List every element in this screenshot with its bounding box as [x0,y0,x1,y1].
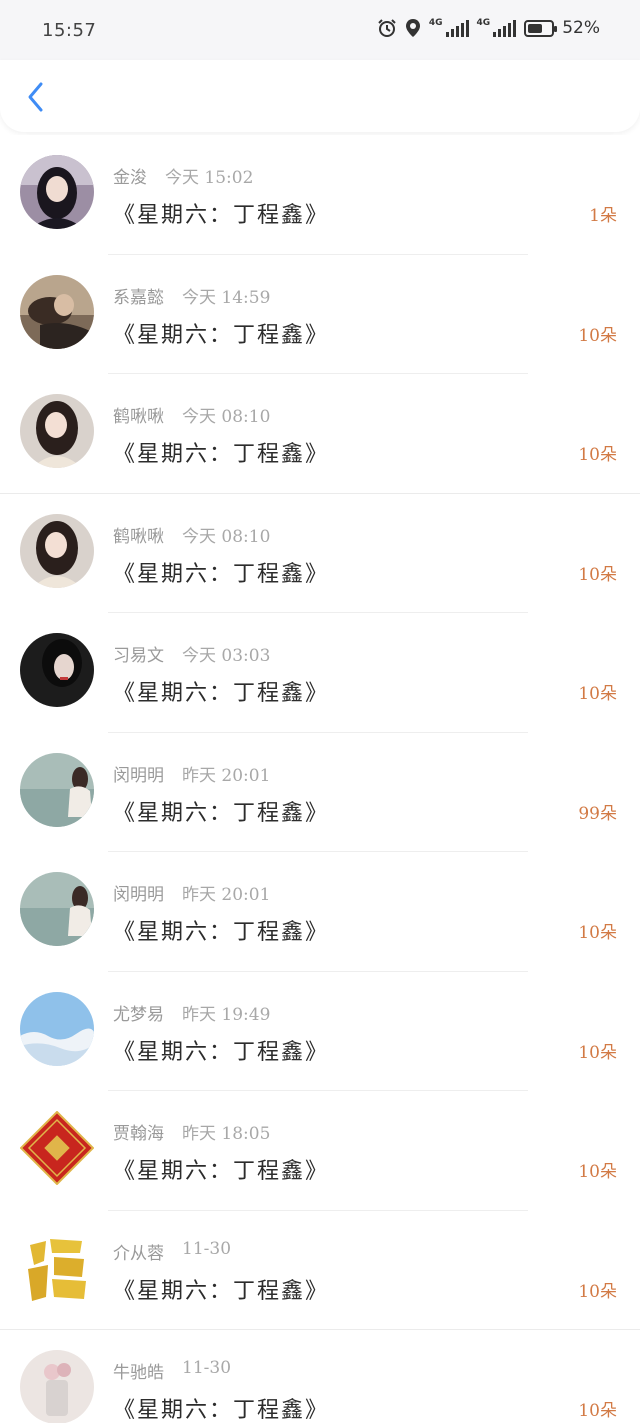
item-meta: 牛驰皓 11-30 [113,1358,231,1383]
work-title: 《星期六：丁程鑫》 [113,442,330,467]
status-bar: 15:57 4G 4G 52% [0,0,640,60]
user-name[interactable]: 系嘉懿 [113,283,164,308]
list-item[interactable]: 鹤啾啾 今天 08:10 《星期六：丁程鑫》 10朵 [0,374,640,494]
signal-2-icon: 4G [477,19,517,37]
screen: 15:57 4G 4G 52% 金浚 今天 15:02 《星期六：丁程鑫》 1朵… [0,0,640,1423]
flower-count: 10朵 [578,1401,617,1421]
work-title: 《星期六：丁程鑫》 [113,561,330,587]
timestamp: 昨天 19:49 [182,1004,271,1025]
back-button[interactable] [20,78,50,116]
flower-count: 10朵 [578,445,617,465]
timestamp: 今天 08:10 [182,526,271,547]
item-meta: 介从蓉 11-30 [113,1239,231,1264]
item-meta: 鹤啾啾 今天 08:10 [113,402,270,427]
list-item[interactable]: 习易文 今天 03:03 《星期六：丁程鑫》 10朵 [0,613,640,733]
user-name[interactable]: 金浚 [113,163,147,188]
list-item[interactable]: 介从蓉 11-30 《星期六：丁程鑫》 10朵 [0,1210,640,1330]
list-item[interactable]: 牛驰皓 11-30 《星期六：丁程鑫》 10朵 [0,1330,640,1423]
item-meta: 鹤啾啾 今天 08:10 [113,522,270,547]
avatar [20,991,94,1066]
avatar [20,752,94,827]
timestamp: 11-30 [182,1238,232,1259]
work-title: 《星期六：丁程鑫》 [113,681,330,706]
item-meta: 金浚 今天 15:02 [113,163,253,188]
work-title: 《星期六：丁程鑫》 [113,800,330,826]
timestamp: 11-30 [182,1358,232,1378]
status-time: 15:57 [42,20,97,41]
list-item[interactable]: 金浚 今天 15:02 《星期六：丁程鑫》 1朵 [0,135,640,255]
status-icons: 4G 4G 52% [377,18,600,38]
flower-count: 1朵 [589,206,617,226]
user-name[interactable]: 尤梦易 [113,1000,164,1025]
work-title: 《星期六：丁程鑫》 [113,203,330,228]
item-meta: 系嘉懿 今天 14:59 [113,283,270,308]
signal-1-icon: 4G [429,19,469,37]
battery-icon [524,19,558,37]
flower-count: 10朵 [578,1042,617,1063]
list-item[interactable]: 尤梦易 昨天 19:49 《星期六：丁程鑫》 10朵 [0,971,640,1091]
work-title: 《星期六：丁程鑫》 [113,1159,330,1184]
flower-count: 10朵 [578,923,617,943]
flower-count: 10朵 [578,1281,617,1302]
work-title: 《星期六：丁程鑫》 [113,920,330,945]
flower-count: 10朵 [578,1162,617,1182]
network-type-1: 4G [428,18,443,28]
flower-count: 10朵 [578,325,617,346]
user-name[interactable]: 牛驰皓 [113,1358,164,1383]
item-meta: 尤梦易 昨天 19:49 [113,1000,270,1025]
gift-record-list: 金浚 今天 15:02 《星期六：丁程鑫》 1朵 系嘉懿 今天 14:59 《星… [0,135,640,1423]
battery-percent: 52% [562,18,600,38]
header-bar [0,60,640,132]
network-type-2: 4G [476,18,491,28]
list-item[interactable]: 贾翰海 昨天 18:05 《星期六：丁程鑫》 10朵 [0,1091,640,1211]
list-item[interactable]: 系嘉懿 今天 14:59 《星期六：丁程鑫》 10朵 [0,254,640,374]
timestamp: 今天 14:59 [182,287,271,308]
user-name[interactable]: 闵明明 [113,761,164,786]
flower-count: 99朵 [578,803,617,824]
user-name[interactable]: 鹤啾啾 [113,522,164,547]
list-item[interactable]: 闵明明 昨天 20:01 《星期六：丁程鑫》 99朵 [0,732,640,852]
alarm-icon [378,19,396,37]
avatar [20,394,94,468]
chevron-left-icon [28,82,43,112]
work-title: 《星期六：丁程鑫》 [113,1039,330,1065]
item-meta: 习易文 今天 03:03 [113,641,270,666]
avatar [20,1350,94,1423]
item-meta: 闵明明 昨天 20:01 [113,761,270,786]
user-name[interactable]: 闵明明 [113,880,164,905]
user-name[interactable]: 习易文 [113,641,164,666]
list-item[interactable]: 闵明明 昨天 20:01 《星期六：丁程鑫》 10朵 [0,852,640,972]
item-meta: 闵明明 昨天 20:01 [113,880,270,905]
avatar [20,633,94,707]
timestamp: 今天 03:03 [182,646,271,666]
avatar [20,1111,94,1185]
location-icon [405,19,420,37]
flower-count: 10朵 [578,684,617,704]
timestamp: 今天 15:02 [165,168,254,188]
avatar [20,155,94,229]
user-name[interactable]: 介从蓉 [113,1239,164,1264]
timestamp: 昨天 18:05 [182,1124,271,1144]
avatar [20,1231,94,1305]
user-name[interactable]: 鹤啾啾 [113,402,164,427]
flower-count: 10朵 [578,564,617,585]
timestamp: 昨天 20:01 [182,765,271,786]
avatar [20,513,94,588]
avatar [20,872,94,946]
item-meta: 贾翰海 昨天 18:05 [113,1119,270,1144]
work-title: 《星期六：丁程鑫》 [113,1278,330,1304]
list-item[interactable]: 鹤啾啾 今天 08:10 《星期六：丁程鑫》 10朵 [0,493,640,613]
timestamp: 昨天 20:01 [182,885,271,905]
user-name[interactable]: 贾翰海 [113,1119,164,1144]
work-title: 《星期六：丁程鑫》 [113,1398,330,1423]
timestamp: 今天 08:10 [182,407,271,427]
avatar [20,274,94,349]
work-title: 《星期六：丁程鑫》 [113,322,330,348]
